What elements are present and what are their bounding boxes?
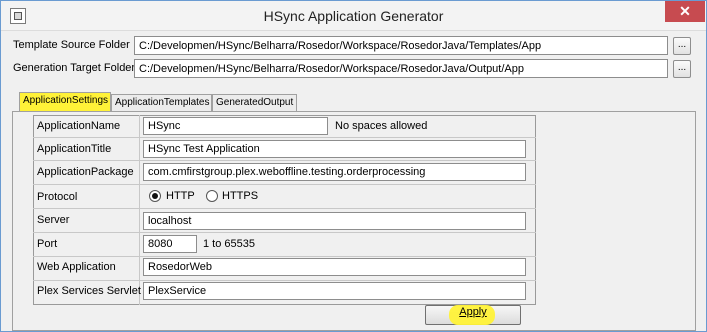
- web-application-label: Web Application: [37, 261, 116, 273]
- row-divider: [33, 280, 536, 281]
- application-title-field[interactable]: HSync Test Application: [143, 140, 526, 158]
- row-divider: [33, 232, 536, 233]
- web-application-field[interactable]: RosedorWeb: [143, 258, 526, 276]
- application-name-label: ApplicationName: [37, 120, 121, 132]
- row-divider: [33, 256, 536, 257]
- application-title-label: ApplicationTitle: [37, 143, 112, 155]
- server-label: Server: [37, 214, 70, 226]
- protocol-http-label[interactable]: HTTP: [166, 190, 195, 202]
- tab-application-templates[interactable]: ApplicationTemplates: [111, 94, 212, 111]
- generation-target-label: Generation Target Folder: [13, 62, 136, 74]
- port-hint: 1 to 65535: [203, 238, 255, 250]
- port-field[interactable]: 8080: [143, 235, 197, 253]
- generation-target-field[interactable]: C:/Developmen/HSync/Belharra/Rosedor/Wor…: [134, 59, 668, 78]
- row-divider: [33, 137, 536, 138]
- server-field[interactable]: localhost: [143, 212, 526, 230]
- protocol-https-radio[interactable]: [206, 190, 218, 202]
- row-divider: [33, 160, 536, 161]
- plex-services-servlet-label: Plex Services Servlet: [37, 285, 141, 297]
- application-name-hint: No spaces allowed: [335, 120, 428, 132]
- form-column-divider: [139, 115, 140, 305]
- row-divider: [33, 208, 536, 209]
- tab-application-settings[interactable]: ApplicationSettings: [19, 92, 111, 111]
- close-icon: ✕: [679, 3, 691, 19]
- protocol-https-label[interactable]: HTTPS: [222, 190, 258, 202]
- row-divider: [33, 184, 536, 185]
- template-browse-button[interactable]: ...: [673, 37, 691, 55]
- protocol-label: Protocol: [37, 191, 78, 203]
- template-source-label: Template Source Folder: [13, 39, 130, 51]
- plex-services-servlet-field[interactable]: PlexService: [143, 282, 526, 300]
- protocol-http-radio[interactable]: [149, 190, 161, 202]
- title-bar[interactable]: HSync Application Generator ✕: [1, 1, 706, 31]
- window-title: HSync Application Generator: [263, 8, 444, 24]
- app-window: HSync Application Generator ✕ Template S…: [0, 0, 707, 332]
- template-source-field[interactable]: C:/Developmen/HSync/Belharra/Rosedor/Wor…: [134, 36, 668, 55]
- application-package-label: ApplicationPackage: [37, 166, 134, 178]
- tab-generated-output[interactable]: GeneratedOutput: [212, 94, 297, 111]
- port-label: Port: [37, 238, 58, 250]
- application-name-field[interactable]: HSync: [143, 117, 328, 135]
- close-button[interactable]: ✕: [665, 1, 705, 22]
- apply-button-label[interactable]: Apply: [425, 306, 521, 318]
- application-package-field[interactable]: com.cmfirstgroup.plex.weboffline.testing…: [143, 163, 526, 181]
- target-browse-button[interactable]: ...: [673, 60, 691, 78]
